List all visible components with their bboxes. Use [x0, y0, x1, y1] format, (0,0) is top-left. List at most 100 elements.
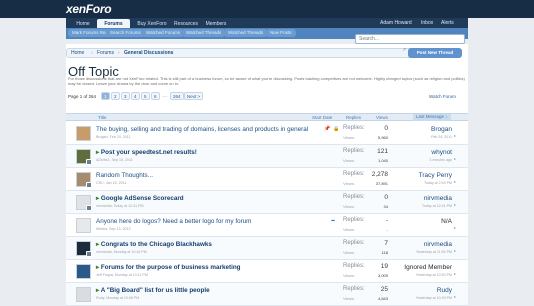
page-3[interactable]: 3 [121, 92, 130, 100]
jump-arrow-icon[interactable]: ↗ [402, 47, 406, 53]
last-post-time[interactable]: Today at 2:49 PM [396, 181, 452, 185]
tab-buy-xenforo[interactable]: Buy XenForo [132, 19, 172, 28]
avatar[interactable] [76, 264, 91, 279]
thread-title[interactable]: ▸ Congrats to the Chicago Blackhawks [96, 241, 212, 248]
thread-title-text[interactable]: Forums for the purpose of business marke… [101, 264, 241, 271]
page-1[interactable]: 1 [101, 92, 110, 100]
thread-meta: CRC, Jan 16, 2011 [96, 181, 127, 185]
views-label: Views: [343, 273, 355, 278]
sort-replies[interactable]: Replies [346, 115, 361, 120]
go-to-last-post-icon[interactable]: ▸ [454, 133, 456, 138]
thread-title-text[interactable]: A "Big Board" list for us little people [101, 287, 210, 294]
sort-last-message[interactable]: Last Message ↓ [413, 114, 451, 121]
search-input[interactable]: Search... [355, 34, 465, 44]
thread-meta: nirvmedia, Today at 12:41 PM [96, 204, 144, 208]
last-post-time[interactable]: Feb 24, 2011 [396, 135, 452, 139]
last-post-time[interactable]: Yesterday at 10:53 PM [396, 273, 452, 277]
thread-title[interactable]: ▸ Google AdSense Scorecard [96, 195, 184, 202]
last-post-time[interactable]: Yesterday at 10:39 PM [396, 296, 452, 300]
page-4[interactable]: 4 [131, 92, 140, 100]
thread-title[interactable]: ▸ Forums for the purpose of business mar… [96, 264, 241, 271]
page-2[interactable]: 2 [111, 92, 120, 100]
tab-members[interactable]: Members [200, 19, 232, 28]
replies-label: Replies: [343, 125, 365, 131]
page-5[interactable]: 5 [141, 92, 150, 100]
page-6[interactable]: 6 [151, 92, 160, 100]
thread-title-text[interactable]: Google AdSense Scorecard [101, 195, 184, 202]
watch-forum-link[interactable]: Watch Forum [429, 94, 456, 99]
thread-title-text[interactable]: The buying, selling and trading of domai… [96, 126, 308, 133]
page-indicator: Page 1 of 264 [68, 94, 97, 99]
alerts-link[interactable]: Alerts [441, 20, 454, 26]
last-poster[interactable]: nirvmedia [396, 195, 452, 202]
views-label: Views: [343, 158, 355, 163]
thread-title[interactable]: Random Thoughts... [96, 172, 153, 179]
last-poster-avatar[interactable] [86, 251, 92, 257]
go-to-last-post-icon[interactable]: ▸ [454, 248, 456, 253]
thread-list-header: Title Start Date Replies Views Last Mess… [66, 113, 468, 121]
tab-home[interactable]: Home [69, 19, 97, 28]
thread-title[interactable]: ▸ A "Big Board" list for us little peopl… [96, 287, 210, 294]
go-to-last-post-icon[interactable]: ▸ [454, 271, 456, 276]
breadcrumb-forums[interactable]: Forums [97, 50, 114, 56]
thread-title-text[interactable]: Anyone here do logos? Need a better logo… [96, 218, 251, 225]
thread-title[interactable]: The buying, selling and trading of domai… [96, 126, 308, 133]
sort-title[interactable]: Title [98, 115, 106, 120]
last-poster-avatar[interactable] [86, 205, 92, 211]
sort-views[interactable]: Views [376, 115, 388, 120]
user-menu[interactable]: Adam Howard [380, 20, 412, 26]
views-label: Views: [343, 204, 355, 209]
next-page-link[interactable]: Next > [184, 92, 204, 100]
tab-forums[interactable]: Forums [97, 19, 130, 28]
reply-count: 121 [377, 148, 388, 155]
new-posts-link[interactable]: New Posts [266, 29, 296, 37]
last-post-time[interactable]: Yesterday at 11:54 PM [396, 250, 452, 254]
reply-count: 25 [380, 286, 388, 293]
inbox-link[interactable]: Inbox [421, 20, 433, 26]
last-poster[interactable]: Brogan [396, 126, 452, 133]
last-poster[interactable]: Ignored Member [396, 264, 452, 271]
thread-meta: Jeff Fuqua, Monday at 10:11 PM [96, 273, 148, 277]
breadcrumb-current[interactable]: General Discussions [124, 50, 173, 56]
thread-title-text[interactable]: Post your speedtest.net results! [101, 149, 197, 156]
go-to-last-post-icon[interactable]: ▸ [454, 156, 456, 161]
last-post-time[interactable]: Today at 12:41 PM [396, 204, 452, 208]
view-count: 4,843 [377, 296, 388, 301]
view-count: 34 [383, 204, 388, 209]
thread-row: Anyone here do logos? Need a better logo… [66, 214, 468, 237]
avatar[interactable] [76, 126, 91, 141]
sort-start-date[interactable]: Start Date [312, 115, 332, 120]
breadcrumb-home[interactable]: Home [71, 50, 84, 56]
avatar[interactable] [76, 218, 91, 233]
watched-threads-link-2[interactable]: Watched Threads [224, 29, 268, 37]
thread-title[interactable]: Anyone here do logos? Need a better logo… [96, 218, 251, 225]
post-new-thread-button[interactable]: Post New Thread [408, 48, 462, 58]
last-poster[interactable]: Rudy [396, 287, 452, 294]
last-poster[interactable]: whynot [396, 149, 452, 156]
page-264[interactable]: 264 [170, 92, 184, 100]
last-poster[interactable]: nirvmedia [396, 241, 452, 248]
watched-threads-link[interactable]: Watched Threads [182, 29, 226, 37]
go-to-last-post-icon[interactable]: ▸ [454, 294, 456, 299]
go-to-last-post-icon[interactable]: ▸ [454, 225, 456, 230]
last-poster-avatar[interactable] [86, 159, 92, 165]
main-content: Home › Forums › General Discussions ↗ Po… [66, 44, 468, 306]
thread-row: The buying, selling and trading of domai… [66, 122, 468, 145]
site-logo[interactable]: xenForo [66, 2, 112, 16]
thread-title-text[interactable]: Congrats to the Chicago Blackhawks [101, 241, 212, 248]
search-forums-link[interactable]: Search Forums [106, 29, 145, 37]
last-poster[interactable]: N/A [396, 218, 452, 225]
tab-resources[interactable]: Resources [170, 19, 202, 28]
reply-count: 0 [384, 125, 388, 132]
replies-label: Replies: [343, 217, 365, 223]
go-to-last-post-icon[interactable]: ▸ [454, 202, 456, 207]
replies-label: Replies: [343, 171, 365, 177]
go-to-last-post-icon[interactable]: ▸ [454, 179, 456, 184]
last-poster-avatar[interactable] [86, 182, 92, 188]
last-post-time[interactable]: 3 minutes ago [396, 158, 452, 162]
thread-title-text[interactable]: Random Thoughts... [96, 172, 153, 179]
watched-forums-link[interactable]: Watched Forums [142, 29, 185, 37]
last-poster[interactable]: Tracy Perry [396, 172, 452, 179]
page-ellipsis: ... [163, 93, 167, 98]
thread-title[interactable]: ▸ Post your speedtest.net results! [96, 149, 197, 156]
